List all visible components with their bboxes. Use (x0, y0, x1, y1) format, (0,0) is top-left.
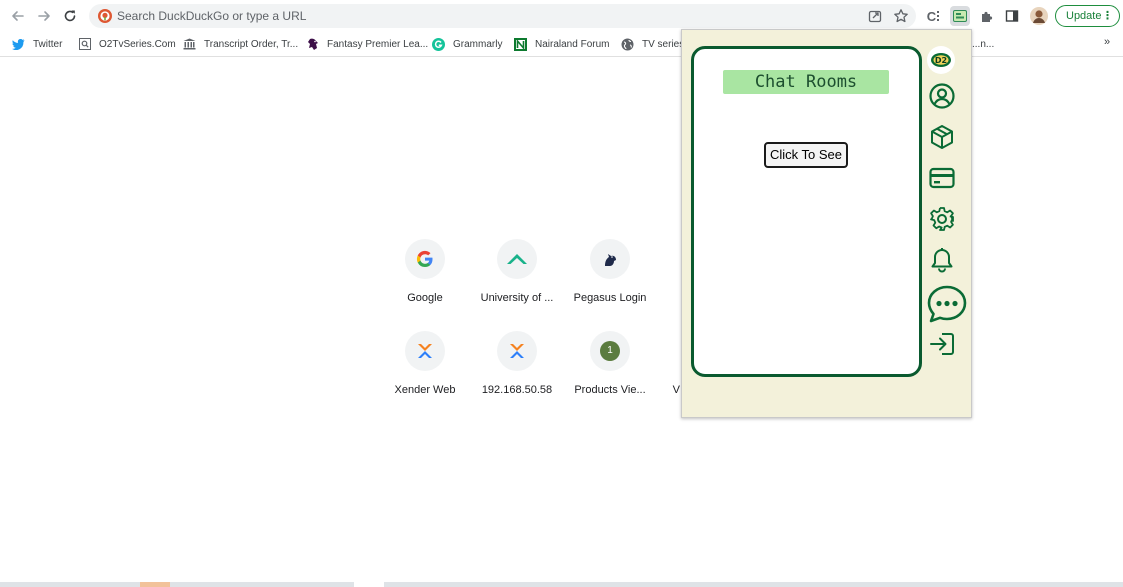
share-icon[interactable] (867, 8, 883, 24)
shortcut-pegasus[interactable]: Pegasus Login (564, 239, 656, 304)
settings-button[interactable] (927, 204, 957, 234)
shortcut-partial[interactable]: V (635, 331, 680, 396)
nairaland-icon (514, 37, 527, 51)
scrollbar-segment (140, 582, 170, 587)
click-to-see-button[interactable]: Click To See (764, 142, 848, 168)
shortcut-tile (405, 239, 445, 279)
shortcut-tile (590, 239, 630, 279)
shortcut-label: Google (407, 292, 443, 304)
google-icon (416, 250, 433, 268)
shortcut-label: University of ... (480, 292, 554, 304)
xender-icon (510, 344, 524, 358)
bookmark-transcript[interactable]: Transcript Order, Tr... (183, 35, 298, 53)
extensions-button[interactable] (977, 6, 997, 26)
browser-window: Search DuckDuckGo or type a URL C Update… (0, 0, 1123, 587)
chat-rooms-title: Chat Rooms (723, 70, 889, 94)
bookmark-label: Grammarly (453, 38, 503, 50)
bookmark-o2tvseries[interactable]: O2TvSeries.Com (78, 35, 176, 53)
bookmark-label: ...n... (972, 38, 995, 50)
bookmark-twitter[interactable]: Twitter (12, 35, 62, 53)
bookmark-label: Twitter (33, 38, 63, 50)
bookmark-grammarly[interactable]: Grammarly (432, 35, 502, 53)
chat-extension-icon (953, 10, 967, 22)
avatar-icon (1030, 7, 1048, 25)
settings-icon (930, 207, 954, 231)
twitter-icon (12, 38, 25, 51)
arrow-left-icon (12, 11, 24, 21)
bookmark-label: O2TvSeries.Com (99, 38, 176, 50)
shortcut-local-ip[interactable]: 192.168.50.58 (471, 331, 563, 396)
logo-icon: D2 (931, 53, 951, 67)
side-panel-icon (1005, 10, 1019, 22)
extension-c-dots (937, 11, 940, 21)
number-badge-icon: 1 (600, 341, 620, 361)
reload-button[interactable] (60, 6, 80, 26)
shortcut-label: Pegasus Login (573, 292, 647, 304)
notifications-button[interactable] (927, 245, 957, 275)
bookmark-label: Transcript Order, Tr... (204, 38, 299, 50)
search-box-icon (78, 38, 91, 51)
address-bar[interactable]: Search DuckDuckGo or type a URL (89, 4, 916, 28)
shortcut-label: 192.168.50.58 (481, 384, 553, 396)
extension-popup: Chat Rooms Click To See D2 (681, 29, 972, 418)
shortcut-university[interactable]: University of ... (471, 239, 563, 304)
profile-icon (929, 83, 955, 109)
package-icon (931, 125, 953, 149)
shortcut-label: Xender Web (394, 384, 456, 396)
shortcut-tile: 1 (590, 331, 630, 371)
shortcut-tile (497, 331, 537, 371)
update-label: Update (1066, 10, 1102, 22)
bookmark-tv-series[interactable]: TV series (621, 35, 684, 53)
pegasus-icon (605, 254, 616, 266)
shortcut-tile (497, 239, 537, 279)
bookmark-fantasy-premier[interactable]: Fantasy Premier Lea... (306, 35, 428, 53)
payment-card-button[interactable] (927, 163, 957, 193)
logout-icon (930, 333, 954, 355)
logo-text: D2 (935, 56, 947, 65)
reload-icon (64, 10, 76, 22)
scrollbar-segment (354, 582, 384, 587)
bookmark-label: Nairaland Forum (535, 38, 610, 50)
institution-icon (183, 38, 196, 51)
xender-icon (418, 344, 432, 358)
university-icon (507, 254, 527, 264)
extension-c-button[interactable]: C (923, 6, 943, 26)
chat-panel: Chat Rooms Click To See (691, 46, 922, 377)
bookmark-truncated[interactable]: ...n... (972, 35, 994, 53)
app-logo[interactable]: D2 (927, 46, 955, 74)
grammarly-icon (432, 37, 445, 51)
update-button[interactable]: Update ⋮ (1055, 5, 1120, 27)
package-button[interactable] (927, 122, 957, 152)
profile-button[interactable] (927, 81, 957, 111)
bookmark-label: TV series (642, 38, 685, 50)
browser-toolbar: Search DuckDuckGo or type a URL C Update… (0, 0, 1123, 31)
forward-button[interactable] (34, 6, 54, 26)
arrow-right-icon (38, 11, 50, 21)
logout-button[interactable] (927, 329, 957, 359)
side-panel-button[interactable] (1002, 6, 1022, 26)
premier-league-icon (306, 38, 319, 51)
duckduckgo-icon (97, 8, 113, 24)
address-bar-placeholder: Search DuckDuckGo or type a URL (117, 9, 307, 23)
bell-icon (931, 248, 953, 273)
globe-icon (621, 38, 634, 51)
chat-icon (927, 285, 967, 323)
shortcut-google[interactable]: Google (379, 239, 471, 304)
profile-avatar[interactable] (1029, 6, 1049, 26)
shortcut-xender-web[interactable]: Xender Web (379, 331, 471, 396)
bookmark-star-icon[interactable] (893, 8, 909, 24)
bookmarks-overflow-button[interactable]: » (1104, 36, 1110, 48)
bookmark-label: Fantasy Premier Lea... (327, 38, 429, 50)
bookmark-nairaland[interactable]: Nairaland Forum (514, 35, 609, 53)
shortcut-tile (405, 331, 445, 371)
chat-extension-button[interactable] (950, 6, 970, 26)
extension-c-label: C (926, 8, 937, 24)
card-icon (929, 167, 955, 189)
kebab-menu-icon[interactable]: ⋮ (1102, 6, 1113, 26)
back-button[interactable] (8, 6, 28, 26)
puzzle-icon (982, 11, 993, 22)
shortcut-label: V (672, 384, 680, 396)
chat-button[interactable] (925, 282, 969, 326)
